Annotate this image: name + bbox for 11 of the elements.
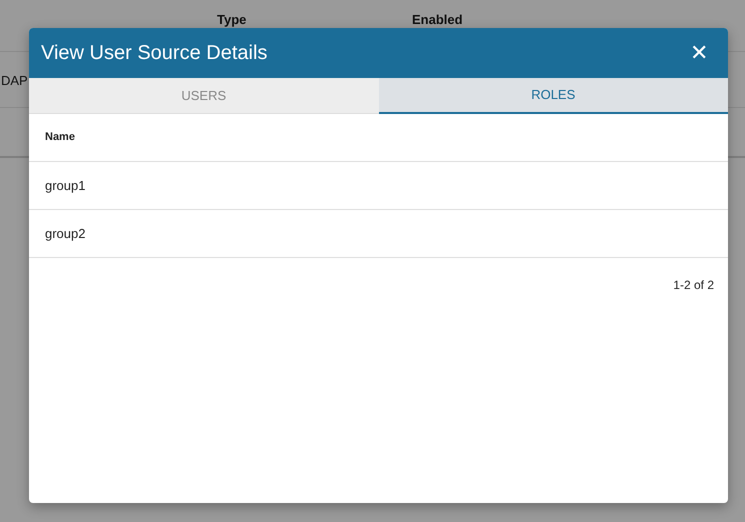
table-cell-text: group1 bbox=[45, 176, 86, 195]
table-cell-text: group2 bbox=[45, 224, 86, 243]
column-header: Name bbox=[45, 130, 75, 146]
column-header: Enabled bbox=[412, 11, 463, 29]
pagination-label: 1-2 of 2 bbox=[673, 277, 714, 294]
column-header: Type bbox=[217, 11, 246, 29]
table-cell-text: DAP bbox=[1, 72, 28, 90]
tab[interactable]: ROLES bbox=[378, 78, 728, 114]
close-button[interactable]: ✕ bbox=[686, 42, 712, 64]
dialog-title: View User Source Details bbox=[41, 41, 268, 66]
tab[interactable]: USERS bbox=[29, 78, 378, 114]
